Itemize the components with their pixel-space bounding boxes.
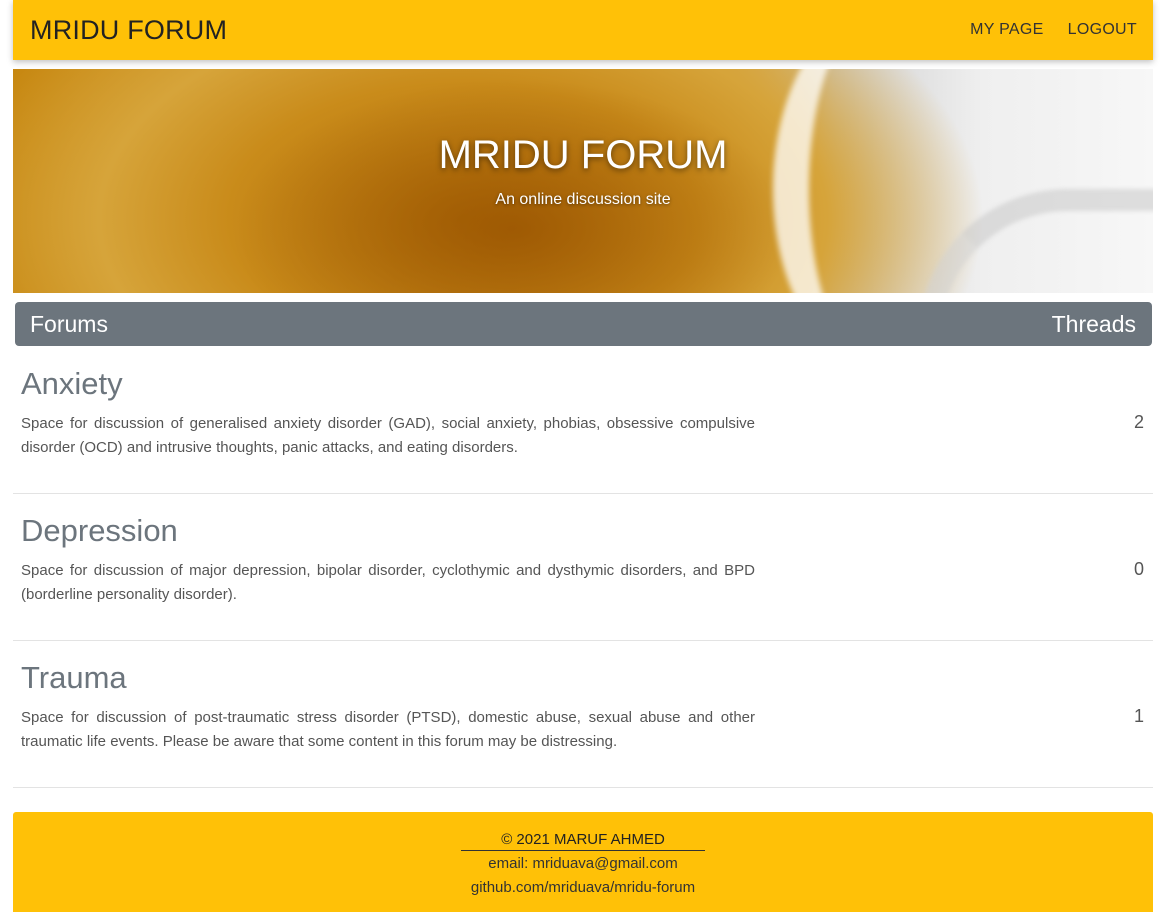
footer-email[interactable]: email: mriduava@gmail.com xyxy=(13,852,1153,876)
forums-table-header: Forums Threads xyxy=(15,302,1152,346)
threads-column-header: Threads xyxy=(1051,310,1136,337)
footer-copyright: © 2021 MARUF AHMED xyxy=(461,831,705,851)
forum-title-depression[interactable]: Depression xyxy=(21,513,178,549)
forum-description-anxiety: Space for discussion of generalised anxi… xyxy=(21,415,755,456)
hero-subtitle: An online discussion site xyxy=(495,191,671,208)
footer: © 2021 MARUF AHMED email: mriduava@gmail… xyxy=(13,812,1153,912)
forum-title-anxiety[interactable]: Anxiety xyxy=(21,366,123,402)
forums-column-header: Forums xyxy=(30,310,108,337)
logout-link[interactable]: LOGOUT xyxy=(1068,21,1137,39)
footer-contact: email: mriduava@gmail.com github.com/mri… xyxy=(13,852,1153,900)
brand-logo[interactable]: MRIDU FORUM xyxy=(30,15,227,46)
footer-github-link[interactable]: github.com/mriduava/mridu-forum xyxy=(13,876,1153,900)
hero-banner: MRIDU FORUM An online discussion site xyxy=(13,69,1153,293)
hero-title: MRIDU FORUM xyxy=(438,133,728,177)
forum-description-depression: Space for discussion of major depression… xyxy=(21,562,755,603)
nav-links: MY PAGE LOGOUT xyxy=(970,21,1137,39)
forum-row-anxiety: Anxiety Space for discussion of generali… xyxy=(13,348,1153,494)
forum-description-trauma: Space for discussion of post-traumatic s… xyxy=(21,709,755,750)
thread-count-trauma: 1 xyxy=(1133,706,1144,726)
forum-row-trauma: Trauma Space for discussion of post-trau… xyxy=(13,642,1153,788)
forum-title-trauma[interactable]: Trauma xyxy=(21,660,127,696)
navbar: MRIDU FORUM MY PAGE LOGOUT xyxy=(13,0,1153,60)
my-page-link[interactable]: MY PAGE xyxy=(970,21,1044,39)
thread-count-depression: 0 xyxy=(1133,559,1144,579)
thread-count-anxiety: 2 xyxy=(1133,412,1144,432)
forum-row-depression: Depression Space for discussion of major… xyxy=(13,495,1153,641)
